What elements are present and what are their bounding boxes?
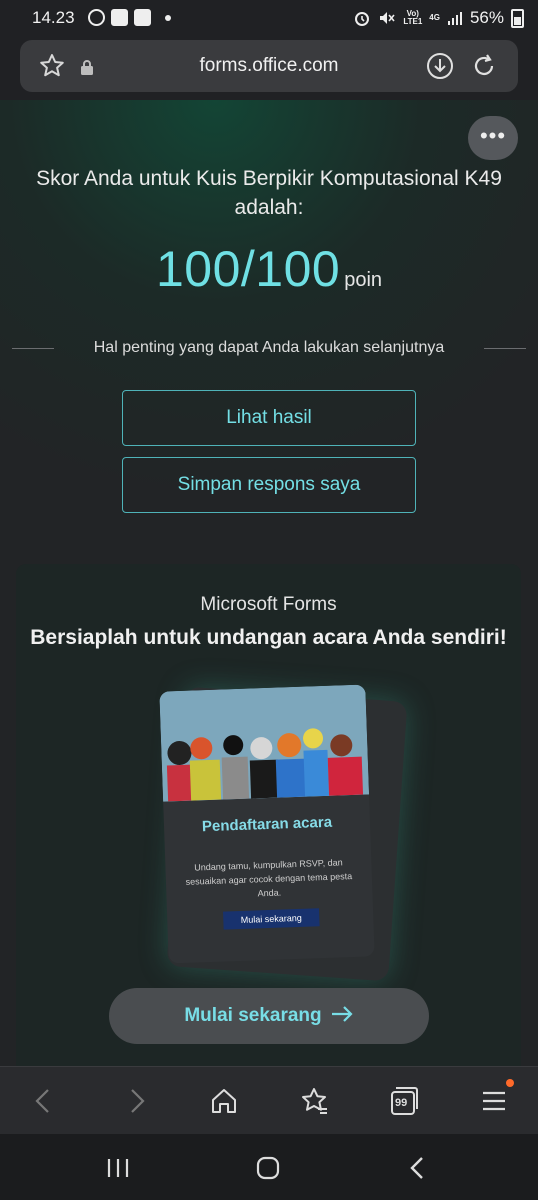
forms-page: ••• Skor Anda untuk Kuis Berpikir Komput… [0,100,538,1066]
status-right: Vo) LTE1 4G 56% [353,8,524,28]
card-start-button: Mulai sekarang [223,908,320,930]
status-bar: 14.23 Vo) LTE1 4G 56% [0,0,538,36]
home-icon[interactable] [208,1085,240,1117]
download-icon[interactable] [426,52,454,80]
signal-icon [447,12,462,25]
alarm-icon [355,12,370,26]
view-results-button[interactable]: Lihat hasil [122,390,416,446]
reload-icon[interactable] [470,52,498,80]
forward-icon[interactable] [120,1085,152,1117]
system-nav-bar [0,1134,538,1200]
card-description: Undang tamu, kumpulkan RSVP, dan sesuaik… [185,857,353,899]
next-steps-label: Hal penting yang dapat Anda lakukan sela… [93,339,445,356]
network-type: 4G [429,13,440,22]
mute-icon [380,12,395,24]
score-line: 100/100 poin [0,240,538,298]
more-options-button[interactable]: ••• [468,116,518,160]
back-nav-icon[interactable] [404,1154,432,1182]
score-unit: poin [344,269,383,291]
browser-toolbar: forms.office.com [0,36,538,100]
volte-icon: Vo) LTE1 [403,9,423,26]
battery-icon [511,8,524,28]
status-time: 14.23 [32,8,75,27]
promo-headline: Bersiaplah untuk undangan acara Anda sen… [30,626,507,649]
image-notification-icon [134,9,151,26]
notification-icons [88,9,171,26]
more-notifications-dot-icon [165,14,171,21]
start-now-label: Mulai sekarang [184,1005,322,1026]
score-title: Skor Anda untuk Kuis Berpikir Komputasio… [36,167,502,219]
bookmarks-icon[interactable] [298,1085,330,1117]
battery-percent: 56% [469,8,504,27]
divider-line-right [484,348,526,349]
promo-brand: Microsoft Forms [200,594,337,615]
shop-notification-icon [111,9,128,26]
recent-apps-icon[interactable] [104,1154,132,1182]
browser-bottom-bar: 99 [0,1066,538,1134]
score-value: 100/100 [155,241,341,297]
tabs-count: 99 [395,1097,408,1109]
tabs-icon[interactable]: 99 [388,1085,420,1117]
card-title: Pendaftaran acara [201,813,333,836]
back-icon[interactable] [28,1085,60,1117]
menu-notification-badge [506,1079,514,1087]
event-registration-card: Pendaftaran acara Undang tamu, kumpulkan… [159,684,375,964]
people-illustration [159,684,370,802]
start-now-button[interactable]: Mulai sekarang [109,988,429,1044]
home-nav-icon[interactable] [254,1154,282,1182]
menu-icon[interactable] [478,1085,510,1117]
promo-section: Microsoft Forms Bersiaplah untuk undanga… [16,564,521,1066]
phone-screen: 14.23 Vo) LTE1 4G 56% forms.office.com •… [0,0,538,1200]
save-response-button[interactable]: Simpan respons saya [122,457,416,513]
address-bar[interactable]: forms.office.com [20,40,518,92]
next-steps-divider: Hal penting yang dapat Anda lakukan sela… [0,338,538,360]
arrow-right-icon [331,1006,353,1023]
notification-app-icon [88,9,105,26]
